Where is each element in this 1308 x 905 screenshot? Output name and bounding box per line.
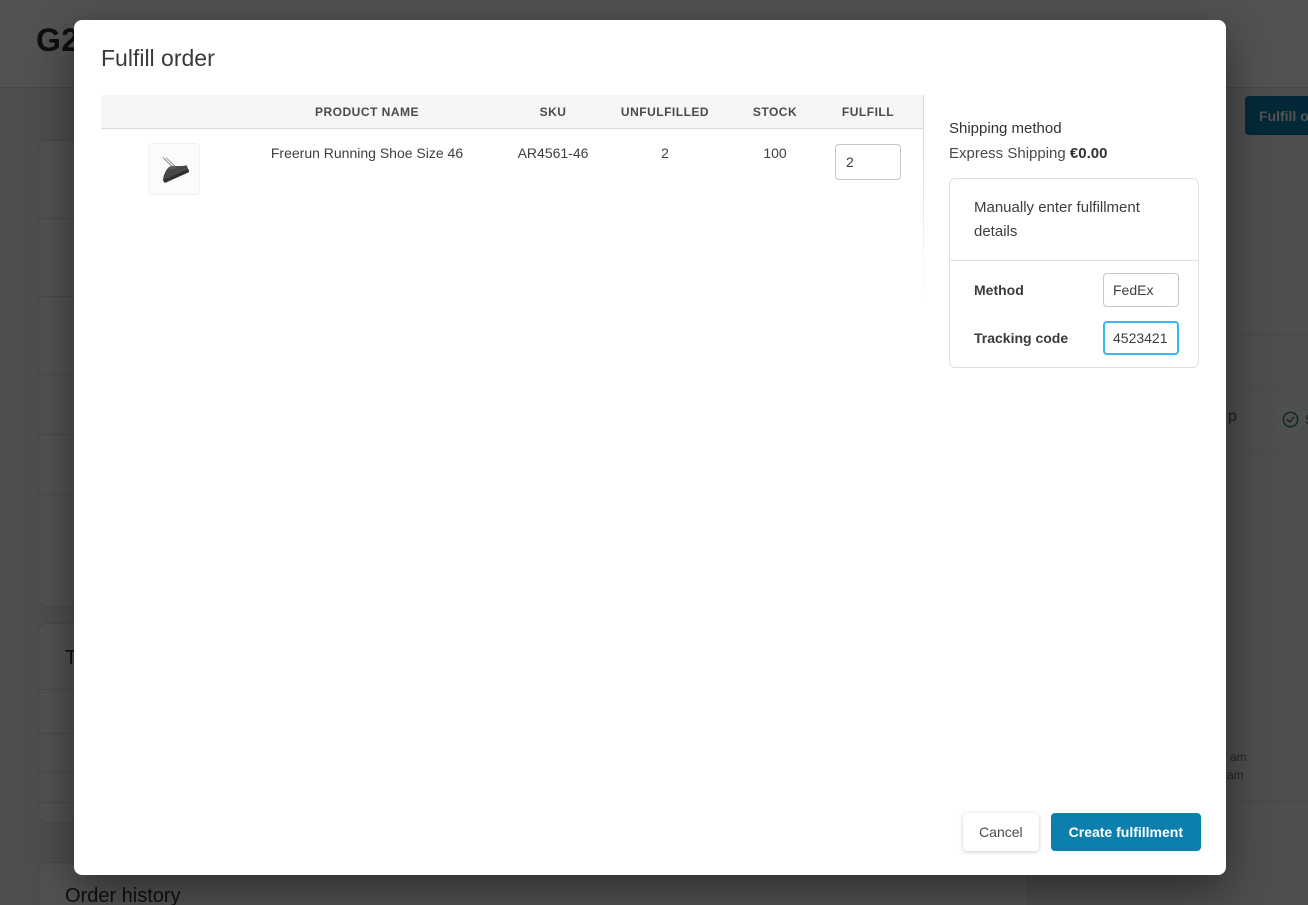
sneaker-icon xyxy=(162,157,190,183)
tracking-code-label: Tracking code xyxy=(974,330,1069,346)
tracking-field-row: Tracking code xyxy=(974,321,1179,355)
dialog-actions: Cancel Create fulfillment xyxy=(963,813,1201,851)
column-header-unfulfilled: UNFULFILLED xyxy=(620,104,710,119)
tracking-code-input[interactable] xyxy=(1103,321,1179,355)
product-thumbnail xyxy=(148,143,200,195)
unfulfilled-cell: 2 xyxy=(661,145,669,161)
manual-fulfillment-fields: Method Tracking code xyxy=(950,261,1198,367)
stock-cell: 100 xyxy=(763,145,787,161)
method-input[interactable] xyxy=(1103,273,1179,307)
shipping-method-price: €0.00 xyxy=(1069,145,1108,162)
cancel-button[interactable]: Cancel xyxy=(963,813,1039,851)
fulfill-order-dialog: Fulfill order PRODUCT NAME SKU UNFULFILL… xyxy=(74,20,1226,875)
create-fulfillment-button[interactable]: Create fulfillment xyxy=(1050,813,1201,851)
column-header-product-name: PRODUCT NAME xyxy=(315,104,419,119)
manual-fulfillment-title: Manually enter fulfillment details xyxy=(950,179,1198,261)
fulfill-quantity-input[interactable] xyxy=(835,144,901,180)
fulfill-products-table: PRODUCT NAME SKU UNFULFILLED STOCK FULFI… xyxy=(101,95,924,305)
column-header-sku: SKU xyxy=(539,104,567,119)
sku-cell: AR4561-46 xyxy=(517,145,589,161)
method-field-row: Method xyxy=(974,273,1179,307)
dialog-title: Fulfill order xyxy=(101,45,215,71)
product-name-cell: Freerun Running Shoe Size 46 xyxy=(270,145,464,161)
product-thumbnail-cell xyxy=(101,129,221,195)
manual-fulfillment-card: Manually enter fulfillment details Metho… xyxy=(949,178,1199,368)
table-row: Freerun Running Shoe Size 46 AR4561-46 2… xyxy=(101,129,923,211)
table-header-row: PRODUCT NAME SKU UNFULFILLED STOCK FULFI… xyxy=(101,95,923,129)
shipping-panel: Shipping method Express Shipping €0.00 M… xyxy=(949,120,1199,368)
shipping-method-heading: Shipping method xyxy=(949,120,1062,137)
column-header-fulfill: FULFILL xyxy=(841,104,895,119)
shipping-method-value: Express Shipping €0.00 xyxy=(949,145,1199,162)
method-label: Method xyxy=(974,282,1024,298)
fulfill-quantity-cell xyxy=(813,129,923,180)
shipping-method-name: Express Shipping xyxy=(949,145,1066,162)
column-header-stock: STOCK xyxy=(752,104,798,119)
